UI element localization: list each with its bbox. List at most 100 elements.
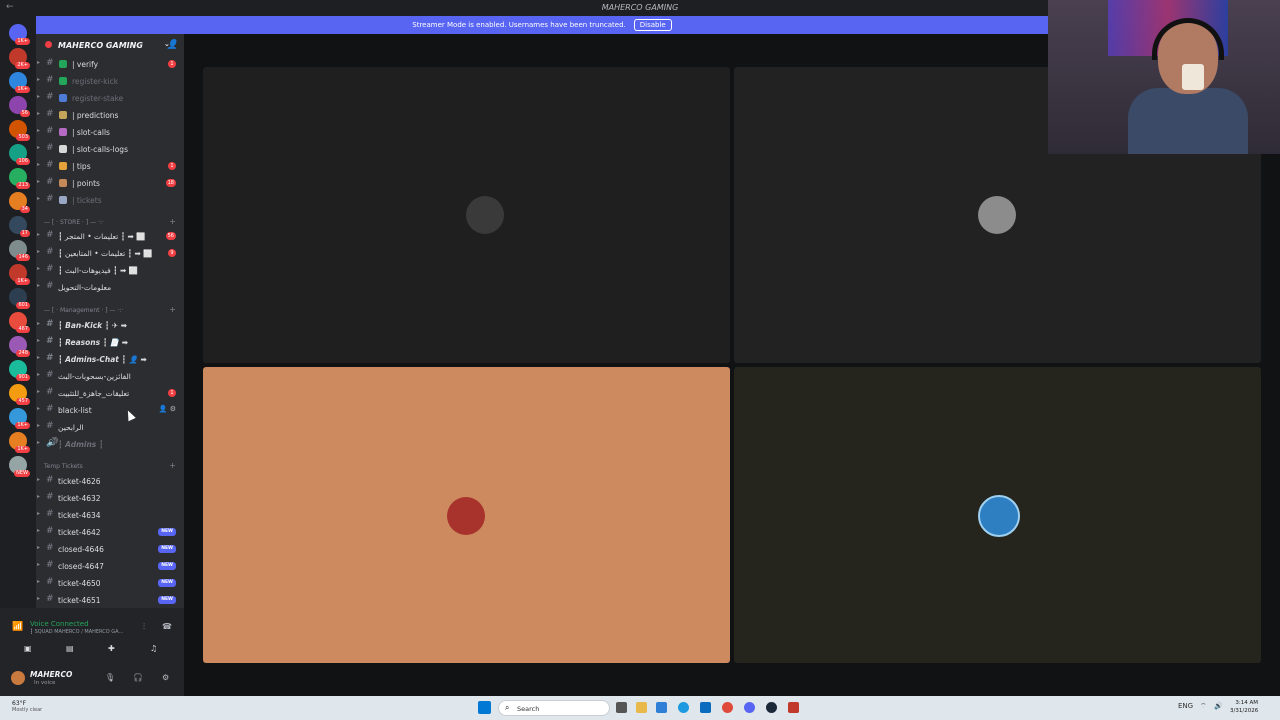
tray-lang[interactable]: ENG [1178,702,1193,710]
server-icon[interactable]: 34 [9,192,30,213]
disconnect-icon[interactable]: ☎ [162,622,172,631]
sidebar-channel[interactable]: ▸ # الرابحين [36,419,184,435]
server-icon[interactable]: 1K+ [9,24,30,45]
sidebar-channel[interactable]: ▸ # معلومات-التحويل [36,279,184,295]
channel-settings-icon[interactable]: 👤 ⚙ [159,405,176,413]
add-member-icon[interactable]: 👤 [167,40,178,50]
sidebar-channel[interactable]: ▸ # ticket-4651 NEW [36,592,184,608]
sidebar-channel[interactable]: ▸ # تعليقات_جاهزة_للتثبيت 1 [36,385,184,401]
sidebar-channel[interactable]: ▸ # black-list 👤 ⚙ [36,402,184,418]
sidebar-channel[interactable]: ▸ # ticket-4634 [36,507,184,523]
sidebar-channel[interactable]: ▸ # | slot-calls-logs [36,141,184,157]
notification-badge: 503 [16,134,30,141]
server-icon[interactable]: 2K+ [9,48,30,69]
emoji-icon [59,94,67,102]
video-tile[interactable] [203,367,730,663]
disable-button[interactable]: Disable [633,19,672,31]
video-tile[interactable] [734,367,1261,663]
mic-icon[interactable]: 🎙 [105,673,115,682]
signal-icon[interactable]: 📶 [12,622,23,632]
weather-widget[interactable]: 63°F Mostly clear [12,700,42,713]
notification-badge: 17 [19,230,30,237]
server-header[interactable]: MAHERCO GAMING ⌄ 👤 [36,38,184,54]
video-tile[interactable] [203,67,730,363]
sidebar-channel[interactable]: ▸ # register-stake [36,90,184,106]
screen-share-icon[interactable]: ▤ [66,644,74,653]
avatar[interactable] [11,671,25,685]
sidebar-channel[interactable]: ▸ # closed-4647 NEW [36,558,184,574]
sidebar-channel[interactable]: ▸ # ┇ تعليمات • المتجر ┇ ➡ ⬜ 56 [36,228,184,244]
server-icon[interactable]: 601 [9,288,30,309]
server-icon[interactable]: 213 [9,168,30,189]
volume-icon[interactable]: 🔊 [1214,702,1223,710]
obs-icon[interactable] [788,702,799,713]
voice-channel[interactable]: ▸ 🔊 ┇ Admins ┇ [36,436,184,452]
store-icon[interactable] [700,702,711,713]
settings-icon[interactable]: ⚙ [162,673,169,682]
sidebar-channel[interactable]: ▸ # ticket-4642 NEW [36,524,184,540]
headphones-icon[interactable]: 🎧 [133,673,143,682]
clock[interactable]: 3:14 AM 3/31/2026 [1230,699,1258,715]
add-channel-icon[interactable]: + [169,217,176,226]
sidebar-channel[interactable]: ▸ # ┇ Reasons ┇ 📄 ➡ [36,334,184,350]
server-icon[interactable]: 1K+ [9,432,30,453]
task-view-icon[interactable] [616,702,627,713]
discord-icon[interactable] [744,702,755,713]
steam-icon[interactable] [766,702,777,713]
channel-label: ticket-4634 [58,511,101,520]
server-icon[interactable]: 1K+ [9,408,30,429]
chevron-right-icon: ▸ [37,161,41,168]
server-icon[interactable]: 901 [9,360,30,381]
sidebar-channel[interactable]: ▸ # | tickets [36,192,184,208]
sidebar-channel[interactable]: ▸ # | points 18 [36,175,184,191]
sidebar-channel[interactable]: ▸ # ┇ فيديوهات-البث ┇ ➡ ⬜ [36,262,184,278]
server-icon[interactable]: 17 [9,216,30,237]
server-icon[interactable]: 1K+ [9,264,30,285]
chevron-right-icon: ▸ [37,265,41,272]
file-explorer-icon[interactable] [636,702,647,713]
sidebar-channel[interactable]: ▸ # | tips 1 [36,158,184,174]
voice-actions: ▣ ▤ ✚ ♫ [0,642,184,658]
outlook-icon[interactable] [656,702,667,713]
emoji-icon [59,179,67,187]
noise-suppression-icon[interactable]: ⫶ [143,622,145,632]
sidebar-channel[interactable]: ▸ # ┇ تعليمات • المتابعين ┇ ➡ ⬜ 9 [36,245,184,261]
emoji-icon [59,162,67,170]
sidebar-channel[interactable]: ▸ # ticket-4650 NEW [36,575,184,591]
camera-icon[interactable]: ▣ [24,644,32,653]
add-channel-icon[interactable]: + [169,461,176,470]
server-icon[interactable]: 56 [9,96,30,117]
server-icon[interactable]: 467 [9,312,30,333]
windows-start-icon[interactable] [478,701,491,714]
activities-icon[interactable]: ✚ [108,644,115,653]
category-management[interactable]: — [ · Management · ] — ·:· + [36,305,184,317]
sidebar-channel[interactable]: ▸ # closed-4646 NEW [36,541,184,557]
sidebar-channel[interactable]: ▸ # | predictions [36,107,184,123]
server-icon[interactable]: 106 [9,144,30,165]
server-icon[interactable]: 503 [9,120,30,141]
participant-avatar [466,196,504,234]
voice-channel-name[interactable]: ┇ SQUAD MAHERCO / MAHERCO GA... [30,629,123,635]
hash-icon: # [46,543,54,553]
sidebar-channel[interactable]: ▸ # ┇ Admins-Chat ┇ 👤 ➡ [36,351,184,367]
chevron-right-icon: ▸ [37,354,41,361]
chrome-icon[interactable] [722,702,733,713]
category-temp-tickets[interactable]: Temp Tickets + [36,461,184,473]
sidebar-channel[interactable]: ▸ # ┇ Ban-Kick ┇ ✈ ➡ [36,317,184,333]
sidebar-channel[interactable]: ▸ # ticket-4632 [36,490,184,506]
server-icon[interactable]: 457 [9,384,30,405]
edge-icon[interactable] [678,702,689,713]
sidebar-channel[interactable]: ▸ # | slot-calls [36,124,184,140]
wifi-icon[interactable]: ⌔ [1200,702,1207,711]
server-icon[interactable]: 146 [9,240,30,261]
sidebar-channel[interactable]: ▸ # register-kick [36,73,184,89]
soundboard-icon[interactable]: ♫ [150,644,157,653]
sidebar-channel[interactable]: ▸ # ticket-4626 [36,473,184,489]
taskbar-search[interactable]: ⌕ Search [498,700,610,716]
server-icon[interactable]: NEW [9,456,30,477]
add-channel-icon[interactable]: + [169,305,176,314]
sidebar-channel[interactable]: ▸ # | verify 1 [36,56,184,72]
server-icon[interactable]: 1K+ [9,72,30,93]
sidebar-channel[interactable]: ▸ # الفائزين-بسحوبات-البث [36,368,184,384]
server-icon[interactable]: 248 [9,336,30,357]
